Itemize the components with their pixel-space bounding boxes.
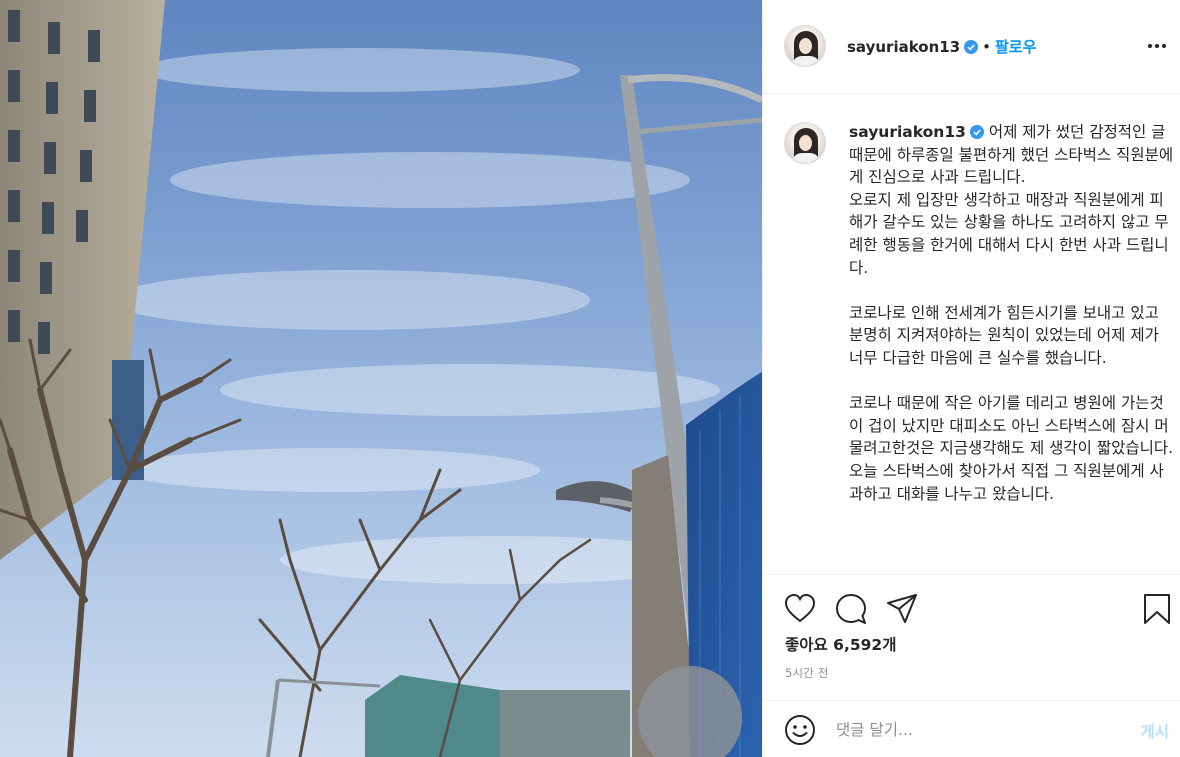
bookmark-icon[interactable] [1140,592,1174,626]
emoji-icon[interactable] [784,714,816,746]
avatar[interactable] [784,25,826,67]
follow-separator: • [982,38,991,56]
verified-badge-icon [964,40,979,54]
comment-input[interactable] [836,713,1106,747]
post-header: sayuriakon13 • 팔로우 [763,0,1180,94]
caption-username[interactable]: sayuriakon13 [849,123,966,141]
post-timestamp[interactable]: 5시간 전 [785,665,829,681]
caption-avatar[interactable] [784,122,826,164]
post-caption: sayuriakon13 어제 제가 썼던 감정적인 글 때문에 하루종일 불편… [849,121,1175,505]
post-comment-button[interactable]: 게시 [1140,720,1169,742]
verified-badge-icon [969,125,984,139]
post-side-panel: sayuriakon13 • 팔로우 sayuriakon13 어제 제가 썼던 감… [762,0,1180,757]
likes-count[interactable]: 좋아요 6,592개 [785,633,896,655]
header-user-line: sayuriakon13 • 팔로우 [847,36,1036,57]
caption-text: 어제 제가 썼던 감정적인 글 때문에 하루종일 불편하게 했던 스타벅스 직원… [849,123,1174,503]
more-horizontal-icon[interactable] [1145,36,1169,56]
action-bar [763,584,1180,632]
comment-bar: 게시 [763,700,1180,757]
share-icon[interactable] [885,592,919,626]
street-scene-image [0,0,762,757]
header-username[interactable]: sayuriakon13 [847,38,960,56]
heart-icon[interactable] [783,592,817,626]
follow-button[interactable]: 팔로우 [995,38,1036,56]
comments-area[interactable]: sayuriakon13 어제 제가 썼던 감정적인 글 때문에 하루종일 불편… [763,95,1180,575]
post-photo[interactable] [0,0,762,757]
comment-icon[interactable] [834,592,868,626]
